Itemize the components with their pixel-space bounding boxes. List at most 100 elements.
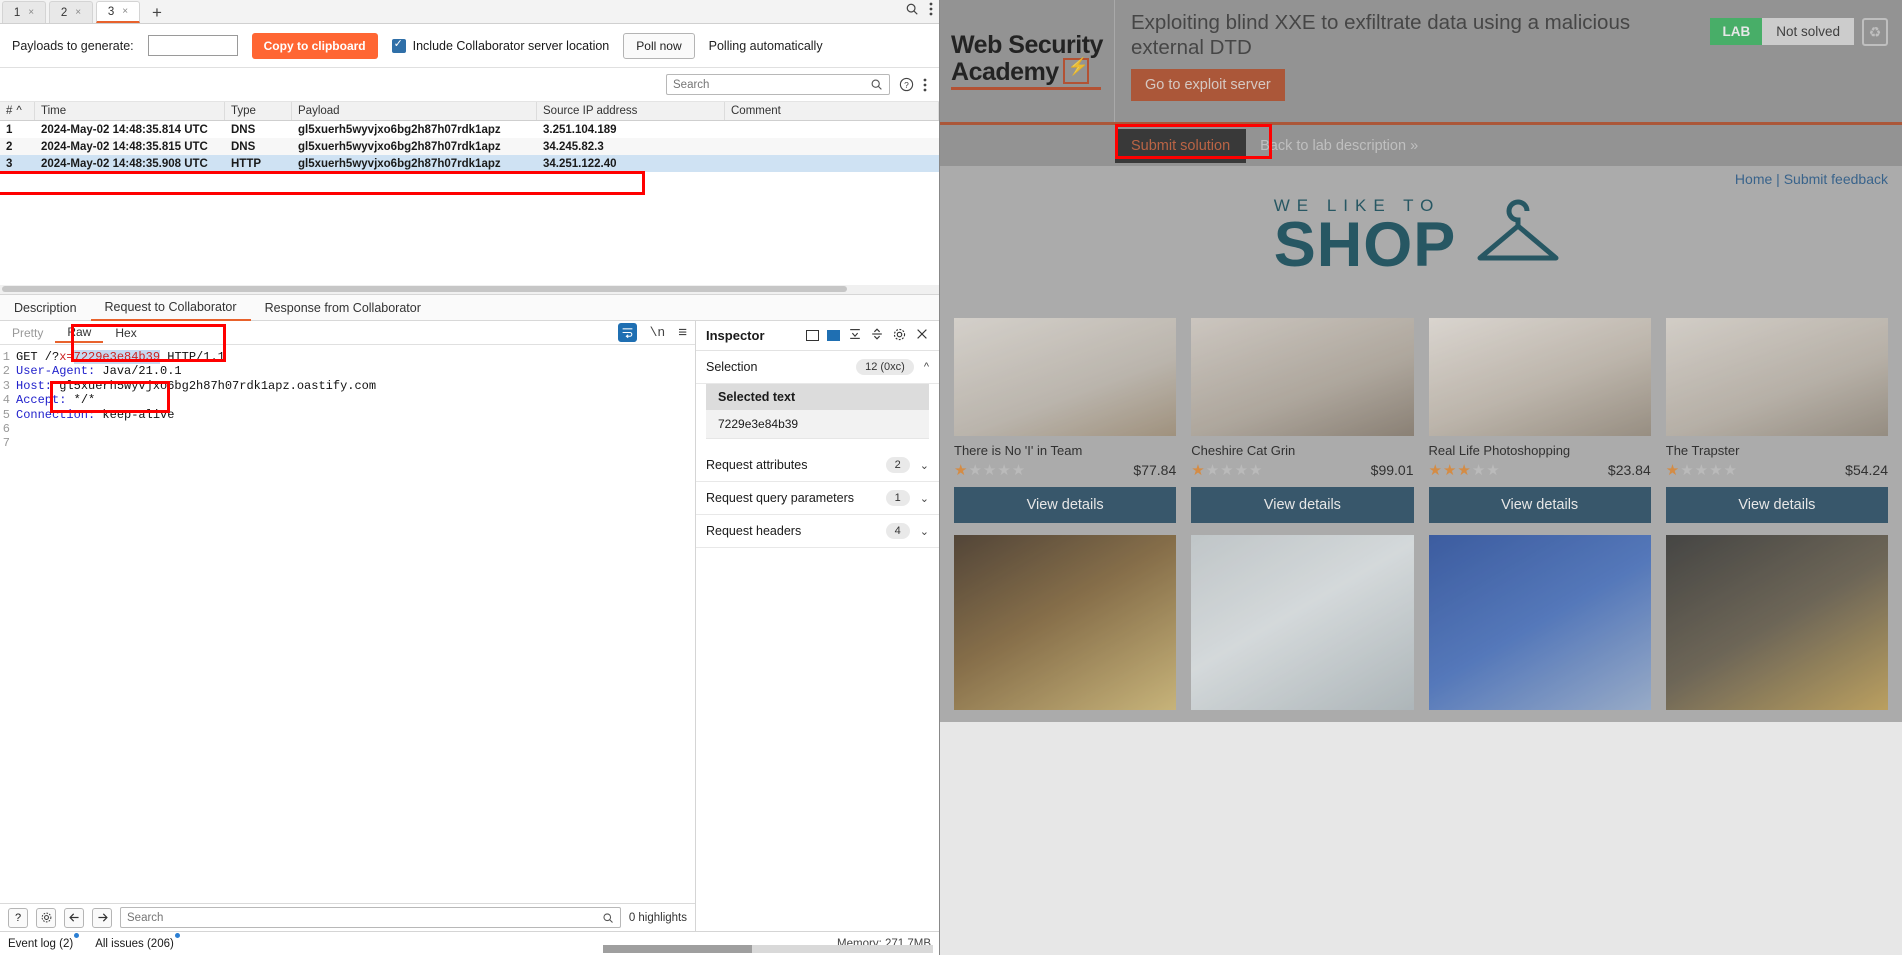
column-header-number[interactable]: # ^ bbox=[0, 102, 35, 120]
tabstrip-actions bbox=[905, 2, 933, 16]
column-header-type[interactable]: Type bbox=[225, 102, 292, 120]
cell-payload: gl5xuerh5wyvjxo6bg2h87h07rdk1apz bbox=[298, 123, 501, 136]
tab-request-to-collaborator[interactable]: Request to Collaborator bbox=[90, 295, 251, 321]
table-horizontal-scrollbar[interactable] bbox=[0, 285, 939, 294]
inspector-section-request-attributes[interactable]: Request attributes 2 ⌄ bbox=[696, 449, 939, 482]
selected-text-value[interactable]: 7229e3e84b39 bbox=[706, 410, 929, 439]
column-header-source-ip[interactable]: Source IP address bbox=[537, 102, 725, 120]
line-number: 4 bbox=[2, 393, 10, 408]
column-header-payload[interactable]: Payload bbox=[292, 102, 537, 120]
cell-number: 3 bbox=[6, 157, 13, 170]
search-icon[interactable] bbox=[905, 2, 919, 16]
include-collaborator-location-checkbox[interactable]: Include Collaborator server location bbox=[391, 37, 610, 53]
tab-raw[interactable]: Raw bbox=[55, 323, 104, 343]
payloads-to-generate-input[interactable] bbox=[147, 35, 238, 56]
search-input-wrapper[interactable] bbox=[666, 74, 890, 95]
line-number: 2 bbox=[2, 364, 10, 379]
line-number: 1 bbox=[2, 350, 10, 364]
sort-ascending-icon: ^ bbox=[16, 105, 22, 117]
section-label: Request query parameters bbox=[706, 491, 854, 505]
interaction-detail-tabs: Description Request to Collaborator Resp… bbox=[0, 295, 939, 321]
polling-status-label: Polling automatically bbox=[708, 38, 823, 53]
cell-time: 2024-May-02 14:48:35.815 UTC bbox=[41, 140, 208, 153]
column-header-comment[interactable]: Comment bbox=[725, 102, 939, 120]
inspector-section-request-headers[interactable]: Request headers 4 ⌄ bbox=[696, 515, 939, 548]
settings-gear-icon[interactable] bbox=[892, 327, 907, 345]
poll-now-button[interactable]: Poll now bbox=[623, 32, 695, 59]
tab-response-from-collaborator[interactable]: Response from Collaborator bbox=[251, 295, 435, 321]
forward-arrow-icon[interactable] bbox=[92, 907, 112, 928]
line-number: 6 bbox=[2, 421, 10, 436]
table-row-selected[interactable]: 3 2024-May-02 14:48:35.908 UTC HTTP gl5x… bbox=[0, 155, 939, 172]
show-newlines-icon[interactable]: \n bbox=[650, 325, 666, 340]
selection-count-badge: 12 (0xc) bbox=[856, 359, 914, 375]
copy-to-clipboard-button[interactable]: Copy to clipboard bbox=[251, 32, 378, 59]
close-icon[interactable]: × bbox=[75, 7, 81, 18]
memory-gauge[interactable] bbox=[603, 945, 933, 953]
selected-text-header: Selected text bbox=[706, 384, 929, 410]
collaborator-tab-2[interactable]: 2 × bbox=[49, 1, 93, 23]
collaborator-tab-1[interactable]: 1 × bbox=[2, 1, 46, 23]
table-row[interactable]: 2 2024-May-02 14:48:35.815 UTC DNS gl5xu… bbox=[0, 138, 939, 155]
selection-label: Selection bbox=[706, 360, 758, 374]
word-wrap-icon[interactable] bbox=[617, 323, 637, 342]
tab-description[interactable]: Description bbox=[0, 295, 91, 321]
hamburger-menu-icon[interactable]: ≡ bbox=[678, 324, 687, 341]
request-status-bar: ? 0 highl bbox=[0, 903, 695, 931]
cell-payload: gl5xuerh5wyvjxo6bg2h87h07rdk1apz bbox=[298, 140, 501, 153]
help-icon[interactable]: ? bbox=[8, 907, 28, 928]
inspector-selection-row[interactable]: Selection 12 (0xc) ^ bbox=[696, 351, 939, 384]
chevron-down-icon[interactable]: ⌄ bbox=[920, 492, 929, 505]
more-options-icon[interactable] bbox=[923, 78, 927, 92]
checkbox-label: Include Collaborator server location bbox=[412, 38, 610, 53]
expand-all-icon[interactable] bbox=[870, 327, 884, 344]
tab-hex[interactable]: Hex bbox=[103, 324, 148, 342]
tab-label: 3 bbox=[107, 5, 115, 18]
line-content: Accept: */* bbox=[16, 393, 96, 408]
collaborator-interactions-table: # ^ Time Type Payload Source IP address … bbox=[0, 102, 939, 295]
section-count-badge: 4 bbox=[885, 523, 910, 539]
burp-bottom-bar: Event log (2) All issues (206) Memory: 2… bbox=[0, 931, 939, 955]
chevron-up-icon[interactable]: ^ bbox=[924, 361, 929, 373]
section-count-badge: 2 bbox=[885, 457, 910, 473]
code-line: 2 User-Agent: Java/21.0.1 bbox=[0, 364, 695, 378]
close-icon[interactable]: × bbox=[122, 6, 128, 17]
close-icon[interactable] bbox=[915, 327, 929, 344]
layout-filled-icon[interactable] bbox=[827, 330, 840, 341]
close-icon[interactable]: × bbox=[28, 7, 34, 18]
search-input[interactable] bbox=[673, 78, 870, 91]
cell-time: 2024-May-02 14:48:35.814 UTC bbox=[41, 123, 208, 136]
code-line: 3 Host: gl5xuerh5wyvjxo6bg2h87h07rdk1apz.… bbox=[0, 379, 695, 393]
browser-viewport: Web Security Academy Exploiting blind XX… bbox=[940, 0, 1902, 955]
chevron-down-icon[interactable]: ⌄ bbox=[920, 459, 929, 472]
help-icon[interactable]: ? bbox=[899, 77, 914, 92]
settings-gear-icon[interactable] bbox=[36, 907, 56, 928]
inline-search-wrapper[interactable] bbox=[120, 907, 621, 928]
event-log-link[interactable]: Event log (2) bbox=[8, 932, 80, 950]
table-row[interactable]: 1 2024-May-02 14:48:35.814 UTC DNS gl5xu… bbox=[0, 121, 939, 138]
inline-search-input[interactable] bbox=[127, 911, 602, 924]
add-tab-button[interactable]: + bbox=[143, 4, 171, 23]
collaborator-tab-3[interactable]: 3 × bbox=[96, 1, 140, 23]
burp-suite-window: 1 × 2 × 3 × + Payloads to generate: Copy… bbox=[0, 0, 940, 955]
chevron-down-icon[interactable]: ⌄ bbox=[920, 525, 929, 538]
checkbox-checked-icon[interactable] bbox=[391, 37, 406, 53]
search-icon[interactable] bbox=[602, 912, 614, 924]
inspector-section-request-query-parameters[interactable]: Request query parameters 1 ⌄ bbox=[696, 482, 939, 515]
column-label: # bbox=[6, 105, 13, 117]
all-issues-link[interactable]: All issues (206) bbox=[95, 932, 180, 950]
search-icon[interactable] bbox=[870, 78, 883, 91]
tab-label: 1 bbox=[13, 6, 21, 19]
collapse-all-icon[interactable] bbox=[848, 327, 862, 344]
raw-request-body[interactable]: 1 GET /?x=7229e3e84b39 HTTP/1.1 2 User-Age… bbox=[0, 345, 695, 903]
detail-area: Pretty Raw Hex \n ≡ 1 GET /?x=7229e3e84b3… bbox=[0, 321, 939, 931]
column-header-time[interactable]: Time bbox=[35, 102, 225, 120]
more-options-icon[interactable] bbox=[929, 2, 933, 16]
code-line: 5 Connection: keep-alive bbox=[0, 408, 695, 422]
collaborator-search-row: ? bbox=[0, 68, 939, 102]
svg-text:?: ? bbox=[904, 80, 909, 90]
layout-split-icon[interactable] bbox=[806, 330, 819, 341]
cell-payload: gl5xuerh5wyvjxo6bg2h87h07rdk1apz bbox=[298, 157, 501, 170]
tab-pretty[interactable]: Pretty bbox=[0, 324, 55, 342]
back-arrow-icon[interactable] bbox=[64, 907, 84, 928]
